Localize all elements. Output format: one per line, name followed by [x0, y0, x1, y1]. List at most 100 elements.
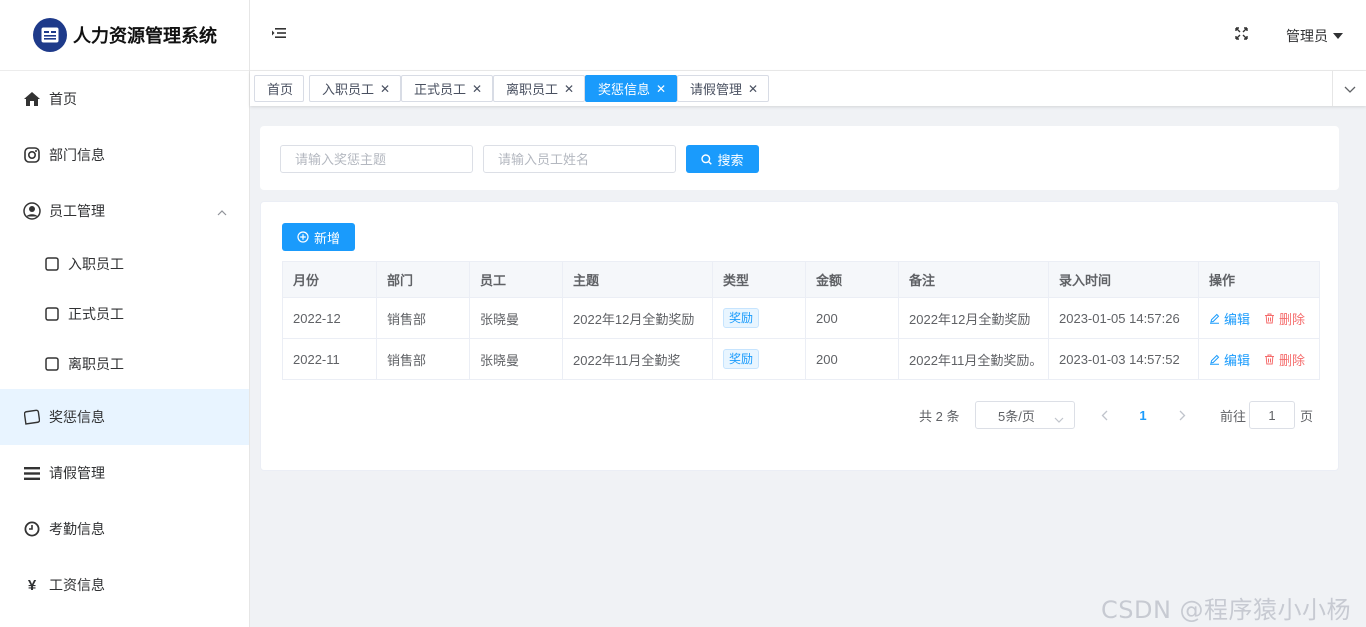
- edit-label: 编辑: [1224, 311, 1251, 327]
- trash-icon: [1265, 313, 1275, 323]
- goto-page-input[interactable]: [1249, 401, 1295, 429]
- clock-icon: [23, 520, 41, 538]
- sidebar-item-employee-management[interactable]: 员工管理: [0, 183, 249, 239]
- page-size-select[interactable]: 5条/页: [975, 401, 1075, 429]
- chevron-left-icon: [1101, 410, 1107, 420]
- sidebar-item-label: 部门信息: [49, 147, 105, 163]
- delete-label: 删除: [1279, 352, 1306, 368]
- tab-home[interactable]: 首页: [254, 75, 305, 102]
- edit-button[interactable]: 编辑: [1209, 350, 1250, 369]
- topic-search-input[interactable]: [280, 145, 473, 173]
- close-icon[interactable]: ✕: [380, 83, 390, 95]
- cell-remark: 2022年11月全勤奖励。: [898, 338, 1049, 380]
- column-header: 部门: [376, 261, 470, 298]
- type-tag: 奖励: [723, 308, 760, 328]
- close-icon[interactable]: ✕: [748, 83, 758, 95]
- square-icon: [45, 357, 59, 371]
- next-page-button[interactable]: [1170, 401, 1194, 429]
- chevron-down-icon: [1054, 411, 1064, 426]
- cell-department: 销售部: [376, 338, 470, 380]
- sidebar-item-regular[interactable]: 正式员工: [0, 289, 249, 339]
- search-button-label: 搜索: [717, 152, 744, 168]
- cell-type: 奖励: [712, 338, 806, 380]
- sidebar-item-attendance[interactable]: 考勤信息: [0, 501, 249, 557]
- column-header: 员工: [469, 261, 563, 298]
- tab-leave[interactable]: 请假管理 ✕: [677, 75, 770, 102]
- home-icon: [23, 90, 41, 108]
- delete-button[interactable]: 删除: [1264, 309, 1305, 328]
- edit-icon: [1210, 354, 1220, 365]
- sidebar-item-label: 员工管理: [49, 203, 105, 219]
- sidebar-item-label: 首页: [49, 91, 77, 107]
- edit-button[interactable]: 编辑: [1209, 309, 1250, 328]
- edit-label: 编辑: [1224, 352, 1251, 368]
- sidebar-item-home[interactable]: 首页: [0, 71, 249, 127]
- search-icon: [701, 153, 713, 165]
- sidebar-item-department[interactable]: 部门信息: [0, 127, 249, 183]
- add-button[interactable]: 新增: [282, 223, 355, 251]
- cell-topic: 2022年12月全勤奖励: [562, 297, 713, 339]
- cell-actions: 编辑 删除: [1198, 338, 1320, 380]
- tab-regular[interactable]: 正式员工 ✕: [401, 75, 494, 102]
- tab-onboarding[interactable]: 入职员工 ✕: [309, 75, 402, 102]
- cell-topic: 2022年11月全勤奖: [562, 338, 713, 380]
- sidebar-item-leave[interactable]: 请假管理: [0, 445, 249, 501]
- square-icon: [45, 307, 59, 321]
- tab-label: 奖惩信息: [598, 82, 651, 97]
- cell-month: 2022-12: [282, 297, 377, 339]
- tab-label: 入职员工: [322, 82, 375, 97]
- add-button-label: 新增: [313, 230, 340, 246]
- caret-down-icon: [1333, 33, 1343, 39]
- cell-employee: 张晓曼: [469, 338, 563, 380]
- page-suffix: 页: [1300, 408, 1314, 424]
- page-size-value: 5条/页: [998, 408, 1035, 424]
- menu-toggle-icon[interactable]: [272, 27, 286, 42]
- watermark: CSDN @程序猿小小杨: [1101, 596, 1352, 624]
- close-icon[interactable]: ✕: [564, 83, 574, 95]
- fullscreen-icon[interactable]: [1235, 27, 1248, 43]
- sidebar-item-resigned[interactable]: 离职员工: [0, 339, 249, 389]
- sidebar-item-label: 离职员工: [68, 356, 124, 372]
- sidebar-item-salary[interactable]: ¥ 工资信息: [0, 557, 249, 613]
- pagination-total: 共 2 条: [919, 408, 960, 424]
- user-name: 管理员: [1286, 28, 1328, 44]
- app-title: 人力资源管理系统: [73, 26, 217, 47]
- logo: 人力资源管理系统: [0, 0, 249, 71]
- sidebar-item-label: 工资信息: [49, 577, 105, 593]
- cell-remark: 2022年12月全勤奖励: [898, 297, 1049, 339]
- sidebar-item-rewards[interactable]: 奖惩信息: [0, 389, 249, 445]
- sidebar-item-label: 奖惩信息: [49, 409, 105, 425]
- type-tag: 奖励: [723, 349, 760, 369]
- user-dropdown[interactable]: 管理员: [1286, 26, 1343, 46]
- yen-icon: ¥: [27, 576, 37, 594]
- column-header: 类型: [712, 261, 806, 298]
- employee-name-input[interactable]: [483, 145, 676, 173]
- cell-actions: 编辑 删除: [1198, 297, 1320, 339]
- tab-resigned[interactable]: 离职员工 ✕: [493, 75, 586, 102]
- sidebar-menu: 首页 部门信息 员工管理 入职员工 正式员工 离职员工 奖惩信息 请假管理 考勤…: [0, 71, 249, 613]
- tabs-bar: 首页 入职员工 ✕ 正式员工 ✕ 离职员工 ✕ 奖惩信息 ✕ 请假管理 ✕: [250, 71, 1366, 106]
- sidebar: 人力资源管理系统 首页 部门信息 员工管理 入职员工 正式员工 离职员工 奖惩信…: [0, 0, 250, 627]
- page-number[interactable]: 1: [1131, 401, 1155, 429]
- tab-label: 请假管理: [690, 82, 743, 97]
- sidebar-item-onboarding[interactable]: 入职员工: [0, 239, 249, 289]
- column-header: 主题: [562, 261, 713, 298]
- close-icon[interactable]: ✕: [472, 83, 482, 95]
- table-row: 2022-12 销售部 张晓曼 2022年12月全勤奖励 奖励 200 2022…: [282, 297, 1320, 339]
- edit-icon: [1210, 313, 1220, 324]
- close-icon[interactable]: ✕: [656, 83, 666, 95]
- delete-button[interactable]: 删除: [1264, 350, 1305, 369]
- tab-label: 首页: [267, 82, 294, 97]
- chat-bubble-icon: [23, 408, 41, 426]
- chevron-up-icon: [217, 203, 227, 219]
- prev-page-button[interactable]: [1092, 401, 1116, 429]
- chevron-right-icon: [1179, 410, 1185, 420]
- tab-rewards[interactable]: 奖惩信息 ✕: [585, 75, 678, 102]
- search-button[interactable]: 搜索: [686, 145, 759, 173]
- goto-label: 前往: [1220, 408, 1247, 424]
- user-icon: [23, 202, 41, 220]
- tabs-more-button[interactable]: [1332, 71, 1366, 106]
- column-header: 操作: [1198, 261, 1320, 298]
- rewards-table-panel: 新增 月份 部门 员工 主题 类型 金额 备注 录入时间 操作 2022-12 …: [260, 201, 1339, 471]
- cell-department: 销售部: [376, 297, 470, 339]
